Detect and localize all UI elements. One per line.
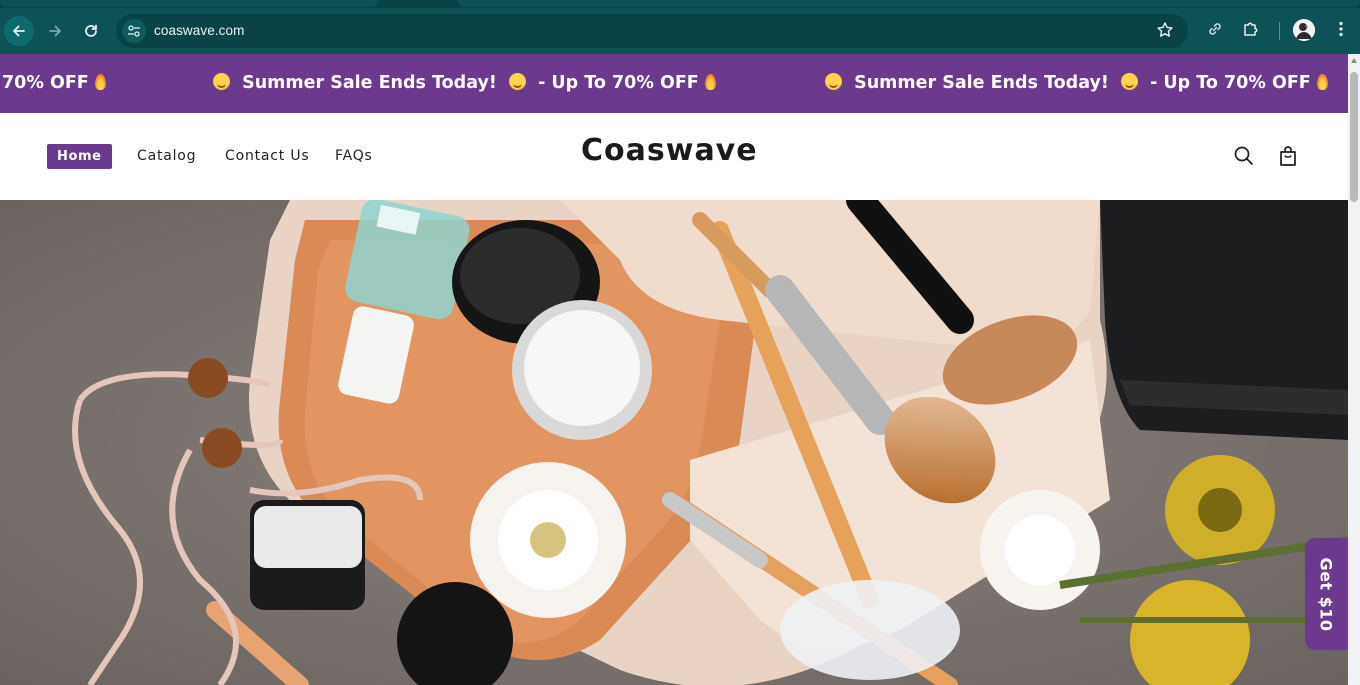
salt-pile bbox=[780, 580, 960, 680]
nav-faqs[interactable]: FAQs bbox=[335, 145, 373, 167]
promo-tab-label: Get $10 bbox=[1317, 556, 1337, 632]
hero-image bbox=[0, 200, 1348, 685]
extensions-puzzle-icon bbox=[1244, 22, 1258, 36]
fire-emoji-icon bbox=[94, 74, 106, 90]
site-header: Home Catalog Contact Us FAQs Coaswave bbox=[0, 113, 1348, 200]
search-button[interactable] bbox=[1232, 144, 1256, 168]
url-text[interactable]: coaswave.com bbox=[154, 23, 245, 38]
get-10-promo-tab[interactable]: Get $10 bbox=[1305, 538, 1348, 650]
announcement-bar: 70% OFF Summer Sale Ends Today! - Up To … bbox=[0, 54, 1348, 113]
extensions-button[interactable] bbox=[1240, 18, 1262, 40]
bookmark-star-icon bbox=[1157, 22, 1173, 37]
sun-emoji-icon bbox=[825, 73, 842, 90]
active-tab-edge[interactable] bbox=[0, 0, 378, 7]
browser-menu-button[interactable] bbox=[1330, 18, 1352, 40]
bookmark-button[interactable] bbox=[1156, 21, 1174, 43]
nav-contact-us[interactable]: Contact Us bbox=[225, 145, 309, 167]
site-settings-button[interactable] bbox=[122, 19, 146, 43]
forward-arrow-icon bbox=[49, 25, 61, 37]
announcement-item: Summer Sale Ends Today! - Up To 70% OFF bbox=[213, 54, 716, 113]
announcement-item: Summer Sale Ends Today! - Up To 70% OFF bbox=[825, 54, 1328, 113]
hero-banner[interactable]: Get $10 bbox=[0, 200, 1348, 685]
nav-catalog[interactable]: Catalog bbox=[137, 145, 196, 167]
profile-avatar-icon[interactable] bbox=[1293, 19, 1315, 41]
announcement-discount: - Up To 70% OFF bbox=[538, 73, 699, 93]
announcement-message: Summer Sale Ends Today! bbox=[242, 73, 497, 93]
site-settings-icon bbox=[128, 25, 140, 37]
back-arrow-icon bbox=[13, 25, 25, 37]
nav-home[interactable]: Home bbox=[47, 144, 112, 169]
announcement-message: Summer Sale Ends Today! bbox=[854, 73, 1109, 93]
tab-strip bbox=[0, 0, 1360, 8]
announcement-discount: - Up To 70% OFF bbox=[1150, 73, 1311, 93]
reload-icon bbox=[85, 24, 97, 37]
scrollbar-thumb[interactable] bbox=[1350, 72, 1358, 202]
announcement-partial-text: 70% OFF bbox=[2, 73, 89, 93]
back-button[interactable] bbox=[4, 16, 34, 46]
page-scrollbar[interactable] bbox=[1348, 54, 1360, 685]
address-bar[interactable]: coaswave.com bbox=[116, 14, 1188, 48]
forward-button[interactable] bbox=[40, 16, 70, 46]
fire-emoji-icon bbox=[1316, 74, 1328, 90]
scroll-up-arrow-icon[interactable] bbox=[1351, 58, 1357, 63]
search-icon bbox=[1234, 146, 1253, 165]
link-icon bbox=[1209, 23, 1221, 35]
sun-emoji-icon bbox=[213, 73, 230, 90]
sun-emoji-icon bbox=[1120, 73, 1138, 90]
reload-button[interactable] bbox=[76, 16, 106, 46]
browser-toolbar: coaswave.com bbox=[0, 0, 1360, 54]
fire-emoji-icon bbox=[704, 74, 716, 90]
site-logo[interactable]: Coaswave bbox=[581, 133, 758, 168]
sun-emoji-icon bbox=[508, 73, 526, 90]
tab-edge[interactable] bbox=[458, 0, 1360, 7]
toolbar-divider bbox=[1279, 22, 1280, 40]
link-button[interactable] bbox=[1204, 18, 1226, 40]
announcement-item: 70% OFF bbox=[2, 54, 106, 113]
cart-button[interactable] bbox=[1276, 144, 1300, 168]
shopping-bag-icon bbox=[1280, 146, 1296, 166]
kebab-menu-icon bbox=[1339, 21, 1343, 37]
